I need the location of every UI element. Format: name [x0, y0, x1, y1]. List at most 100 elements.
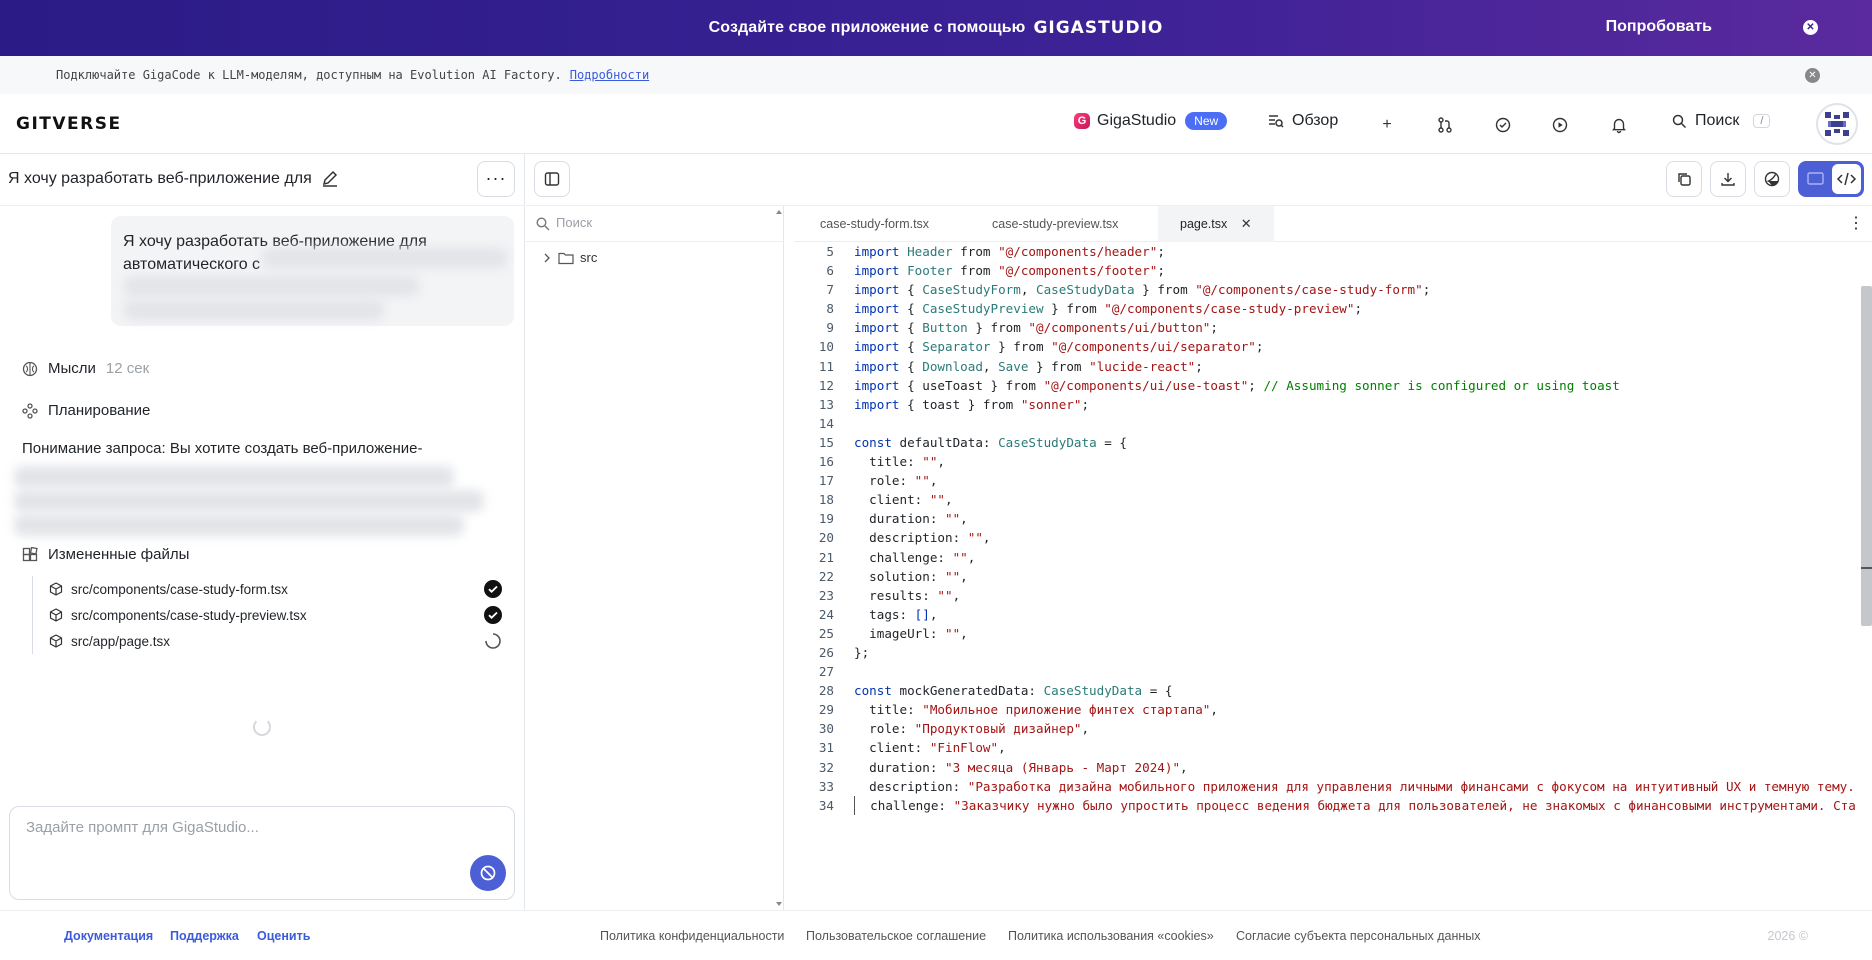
- overview-link[interactable]: Обзор: [1268, 112, 1338, 130]
- planning-step[interactable]: Планирование: [22, 402, 150, 419]
- code-line[interactable]: 11 import { Download, Save } from "lucide…: [794, 357, 1862, 376]
- code-line[interactable]: 6 import Footer from "@/components/footer…: [794, 261, 1862, 280]
- code-line[interactable]: 32 duration: "3 месяца (Январь - Март 20…: [794, 758, 1862, 777]
- rate-link[interactable]: Оценить: [257, 929, 310, 943]
- top-nav: GITVERSE G GigaStudio New Обзор + Поиск …: [0, 94, 1872, 154]
- code-line[interactable]: 24 tags: [],: [794, 605, 1862, 624]
- preview-mode-button[interactable]: [1801, 164, 1830, 194]
- pull-request-icon[interactable]: [1436, 116, 1454, 134]
- code-content[interactable]: 5 import Header from "@/components/header…: [794, 242, 1862, 910]
- download-button[interactable]: [1710, 161, 1746, 197]
- check-circle-icon[interactable]: [1494, 116, 1512, 134]
- redacted-block: [262, 248, 507, 268]
- redacted-block: [14, 466, 454, 488]
- code-token: ,: [1210, 702, 1218, 718]
- thoughts-step[interactable]: Мысли 12 сек: [22, 360, 149, 377]
- code-mode-button[interactable]: [1832, 164, 1861, 194]
- tab-case-study-preview[interactable]: case-study-preview.tsx: [970, 206, 1140, 242]
- promo-close-icon[interactable]: ✕: [1803, 20, 1818, 35]
- cookies-link[interactable]: Политика использования «cookies»: [1008, 929, 1214, 943]
- code-line[interactable]: 25 imageUrl: "",: [794, 624, 1862, 643]
- code-token: "@/components/case-study-preview": [1104, 301, 1355, 317]
- code-line[interactable]: 33 description: "Разработка дизайна моби…: [794, 777, 1862, 796]
- deploy-button[interactable]: [1754, 161, 1790, 197]
- docs-link[interactable]: Документация: [64, 929, 153, 943]
- bell-icon[interactable]: [1610, 116, 1628, 134]
- info-bar-close-icon[interactable]: ✕: [1805, 68, 1820, 83]
- code-text: import { Button } from "@/components/ui/…: [854, 318, 1218, 337]
- play-circle-icon[interactable]: [1551, 116, 1569, 134]
- privacy-link[interactable]: Политика конфиденциальности: [600, 929, 784, 943]
- line-number: 16: [818, 454, 834, 470]
- changed-files-step[interactable]: Измененные файлы: [22, 546, 189, 563]
- code-line[interactable]: 29 title: "Мобильное приложение финтех с…: [794, 700, 1862, 719]
- code-line[interactable]: 34 challenge: "Заказчику нужно было упро…: [794, 795, 1862, 815]
- code-line[interactable]: 22 solution: "",: [794, 567, 1862, 586]
- code-line[interactable]: 8 import { CaseStudyPreview } from "@/com…: [794, 299, 1862, 318]
- line-number: 18: [818, 492, 834, 508]
- kebab-menu-icon[interactable]: ⋮: [1846, 214, 1866, 234]
- code-token: CaseStudyData: [998, 434, 1097, 450]
- code-line[interactable]: 18 client: "",: [794, 490, 1862, 509]
- code-token: ,: [967, 549, 976, 565]
- more-button[interactable]: ···: [477, 161, 515, 197]
- file-search-input[interactable]: [556, 215, 756, 230]
- promo-try-button[interactable]: Попробовать: [1606, 18, 1712, 36]
- code-line[interactable]: 16 title: "",: [794, 452, 1862, 471]
- copy-button[interactable]: [1666, 161, 1702, 197]
- search-link[interactable]: Поиск /: [1672, 112, 1771, 130]
- code-token: Footer: [907, 263, 953, 279]
- code-token: "": [929, 492, 945, 508]
- code-line[interactable]: 30 role: "Продуктовый дизайнер",: [794, 719, 1862, 738]
- code-line[interactable]: 10 import { Separator } from "@/component…: [794, 337, 1862, 356]
- code-line[interactable]: 31 client: "FinFlow",: [794, 738, 1862, 757]
- close-icon[interactable]: ✕: [1241, 216, 1252, 231]
- code-line[interactable]: 14: [794, 414, 1862, 433]
- code-line[interactable]: 21 challenge: "",: [794, 548, 1862, 567]
- code-text: title: "",: [854, 452, 945, 471]
- send-button[interactable]: [470, 855, 506, 891]
- chat-title: Я хочу разработать веб-приложение для: [8, 170, 312, 187]
- scroll-thumb[interactable]: [1861, 286, 1872, 626]
- code-line[interactable]: 27: [794, 662, 1862, 681]
- consent-link[interactable]: Согласие субъекта персональных данных: [1236, 929, 1481, 943]
- avatar[interactable]: [1816, 103, 1858, 145]
- tab-case-study-form[interactable]: case-study-form.tsx: [798, 206, 951, 242]
- code-line[interactable]: 20 description: "",: [794, 528, 1862, 547]
- tree-folder-src[interactable]: src: [540, 250, 597, 265]
- code-line[interactable]: 7 import { CaseStudyForm, CaseStudyData }…: [794, 280, 1862, 299]
- code-line[interactable]: 9 import { Button } from "@/components/ui…: [794, 318, 1862, 337]
- pencil-icon[interactable]: [320, 168, 340, 188]
- line-number: 10: [818, 339, 834, 355]
- info-bar-details-link[interactable]: Подробности: [570, 68, 649, 82]
- list-item[interactable]: src/app/page.tsx: [33, 628, 502, 654]
- editor-scrollbar[interactable]: [1860, 242, 1872, 910]
- tab-page[interactable]: page.tsx ✕: [1158, 206, 1274, 242]
- code-line[interactable]: 17 role: "",: [794, 471, 1862, 490]
- code-line[interactable]: 28 const mockGeneratedData: CaseStudyData…: [794, 681, 1862, 700]
- code-token: import: [854, 396, 908, 412]
- code-editor: case-study-form.tsx case-study-preview.t…: [794, 206, 1872, 910]
- code-line[interactable]: 19 duration: "",: [794, 509, 1862, 528]
- plus-icon[interactable]: +: [1378, 116, 1396, 134]
- code-line[interactable]: 5 import Header from "@/components/header…: [794, 242, 1862, 261]
- code-token: ;: [1195, 358, 1203, 374]
- code-line[interactable]: 26};: [794, 643, 1862, 662]
- support-link[interactable]: Поддержка: [170, 929, 239, 943]
- code-text: duration: "",: [854, 509, 968, 528]
- list-item[interactable]: src/components/case-study-preview.tsx: [33, 602, 502, 628]
- code-line[interactable]: 13 import { toast } from "sonner";: [794, 395, 1862, 414]
- code-token: client:: [854, 740, 930, 756]
- file-tree-scrollbar[interactable]: [775, 206, 783, 910]
- code-token: title:: [854, 454, 923, 470]
- toggle-sidebar-button[interactable]: [534, 161, 570, 197]
- prompt-input[interactable]: [26, 819, 498, 836]
- code-line[interactable]: 12 import { useToast } from "@/components…: [794, 376, 1862, 395]
- gitverse-logo[interactable]: GITVERSE: [16, 114, 122, 134]
- code-line[interactable]: 15 const defaultData: CaseStudyData = {: [794, 433, 1862, 452]
- code-token: from: [952, 263, 999, 279]
- gigastudio-link[interactable]: G GigaStudio New: [1074, 112, 1228, 130]
- list-item[interactable]: src/components/case-study-form.tsx: [33, 576, 502, 602]
- code-line[interactable]: 23 results: "",: [794, 586, 1862, 605]
- agreement-link[interactable]: Пользовательское соглашение: [806, 929, 986, 943]
